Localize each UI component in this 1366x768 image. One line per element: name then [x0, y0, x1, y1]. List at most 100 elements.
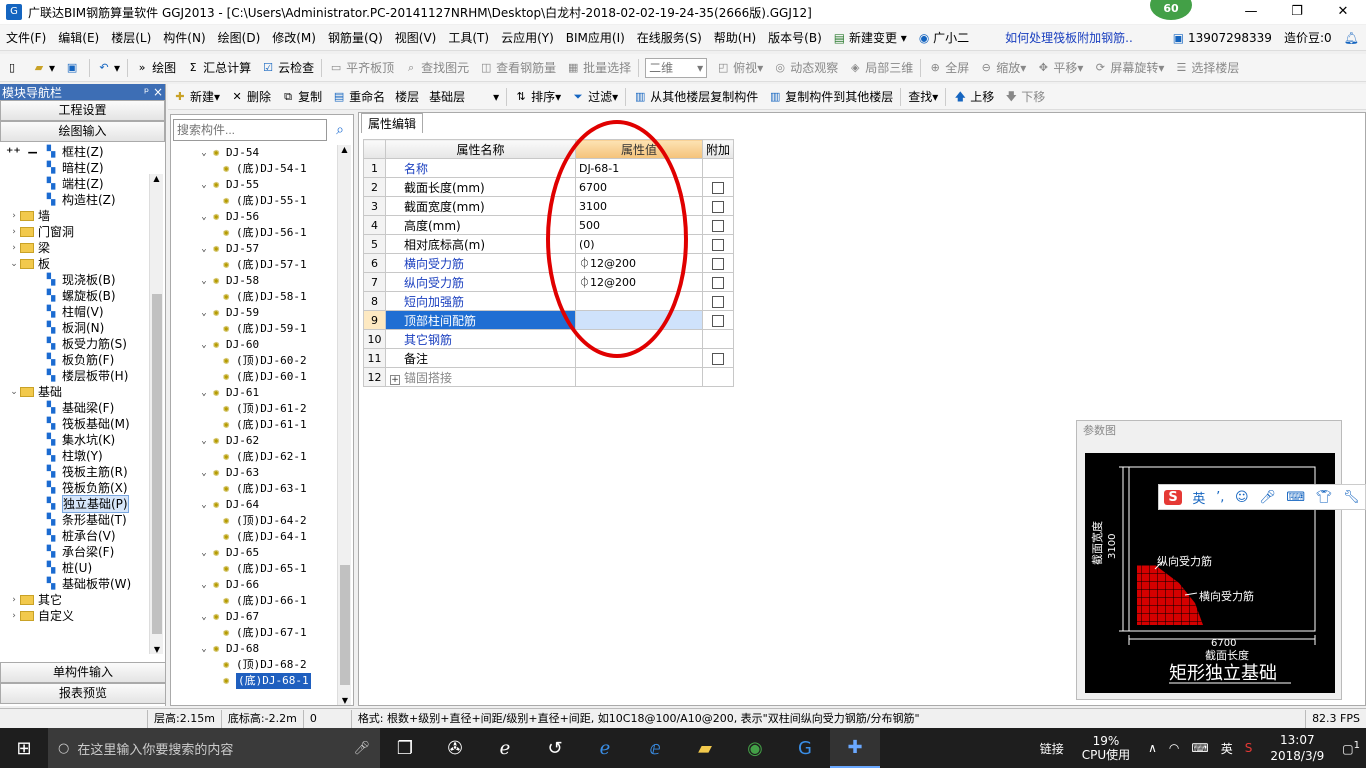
nav-tree-item[interactable]: ▚ 现浇板(B) — [0, 272, 166, 288]
component-search-input[interactable] — [173, 119, 327, 141]
pin-close-icon[interactable]: ᵖ × — [144, 85, 163, 99]
chevron-down-icon[interactable]: ⌄ — [8, 256, 20, 272]
nav-tree-item[interactable]: ▚ 基础梁(F) — [0, 400, 166, 416]
nav-tree-item[interactable]: ⌄ 板 — [0, 256, 166, 272]
nav-tree-item[interactable]: ▚ 框柱(Z) — [0, 144, 166, 160]
add-checkbox[interactable] — [712, 314, 724, 327]
swirl-app-icon[interactable]: ↺ — [530, 728, 580, 768]
tray-link[interactable]: 链接 — [1034, 740, 1070, 757]
chevron-down-icon[interactable]: ⌄ — [199, 177, 209, 193]
add-checkbox[interactable] — [712, 295, 724, 308]
chevron-down-icon[interactable]: ⌄ — [199, 145, 209, 161]
component-tree-item[interactable]: ✺ (底)DJ-67-1 — [171, 625, 337, 641]
open-file-button[interactable]: ▰ ▾ — [27, 61, 60, 75]
full-screen-button[interactable]: ⊕ 全屏 — [923, 59, 974, 76]
chevron-down-icon[interactable]: ⌄ — [199, 465, 209, 481]
rename-button[interactable]: ▤ 重命名 — [327, 88, 390, 105]
property-row[interactable]: 1 名称 DJ-68-1 — [363, 158, 735, 178]
dynamic-view-button[interactable]: ◎ 动态观察 — [768, 59, 843, 76]
add-checkbox[interactable] — [712, 181, 724, 194]
minimize-button[interactable]: — — [1228, 0, 1274, 24]
component-tree-item[interactable]: ✺ (底)DJ-68-1 — [171, 673, 337, 689]
copy-from-floor-button[interactable]: ▥ 从其他楼层复制构件 — [628, 88, 763, 105]
menu-component[interactable]: 构件(N) — [157, 29, 211, 46]
component-tree-item[interactable]: ⌄ ✺ DJ-66 — [171, 577, 337, 593]
keyboard-icon[interactable]: ⌨ — [1286, 490, 1305, 505]
chevron-right-icon[interactable]: › — [8, 224, 20, 240]
move-up-button[interactable]: 🡅 上移 — [948, 88, 999, 105]
component-tree-item[interactable]: ✺ (底)DJ-62-1 — [171, 449, 337, 465]
component-tree-item[interactable]: ⌄ ✺ DJ-59 — [171, 305, 337, 321]
taskbar-search-box[interactable]: ○ 在这里输入你要搜索的内容 🎤︎ — [48, 728, 380, 768]
chevron-down-icon[interactable]: ⌄ — [199, 609, 209, 625]
component-tree-item[interactable]: ⌄ ✺ DJ-61 — [171, 385, 337, 401]
menu-view[interactable]: 视图(V) — [389, 29, 443, 46]
component-tree-item[interactable]: ⌄ ✺ DJ-65 — [171, 545, 337, 561]
nav-tree-item[interactable]: ▚ 柱帽(V) — [0, 304, 166, 320]
flat-top-button[interactable]: ▭ 平齐板顶 — [324, 59, 399, 76]
notification-icon[interactable]: ▢1 — [1336, 740, 1366, 756]
chevron-down-icon[interactable]: ⌄ — [199, 209, 209, 225]
menu-draw[interactable]: 绘图(D) — [212, 29, 267, 46]
keyboard-icon[interactable]: ⌨ — [1185, 741, 1214, 755]
select-floor-button[interactable]: ☰ 选择楼层 — [1169, 59, 1244, 76]
chevron-down-icon[interactable]: ⌄ — [8, 384, 20, 400]
view-steel-button[interactable]: ◫ 查看钢筋量 — [474, 59, 561, 76]
pan-button[interactable]: ✥ 平移 ▾ — [1031, 59, 1088, 76]
menu-online[interactable]: 在线服务(S) — [631, 29, 708, 46]
cpu-usage[interactable]: 19% CPU使用 — [1070, 734, 1142, 762]
score-badge[interactable]: 60 — [1150, 0, 1192, 20]
component-tree-item[interactable]: ✺ (顶)DJ-60-2 — [171, 353, 337, 369]
component-tree-item[interactable]: ✺ (底)DJ-58-1 — [171, 289, 337, 305]
task-view-icon[interactable]: ❐ — [380, 728, 430, 768]
component-tree-item[interactable]: ⌄ ✺ DJ-60 — [171, 337, 337, 353]
add-checkbox[interactable] — [712, 238, 724, 251]
filter-button[interactable]: ⏷ 过滤 ▾ — [566, 88, 623, 105]
component-tree-item[interactable]: ⌄ ✺ DJ-67 — [171, 609, 337, 625]
menu-cloud[interactable]: 云应用(Y) — [495, 29, 560, 46]
property-row[interactable]: 9 顶部柱间配筋 — [363, 310, 735, 330]
nav-tree-item[interactable]: ▚ 构造柱(Z) — [0, 192, 166, 208]
chevron-down-icon[interactable]: ⌄ — [199, 337, 209, 353]
component-tree-item[interactable]: ✺ (底)DJ-61-1 — [171, 417, 337, 433]
copy-button[interactable]: ⧉ 复制 — [276, 88, 327, 105]
property-value-cell[interactable] — [575, 367, 703, 387]
find-element-button[interactable]: ⌕ 查找图元 — [399, 59, 474, 76]
component-tree-item[interactable]: ⌄ ✺ DJ-54 — [171, 145, 337, 161]
sort-button[interactable]: ⇅ 排序 ▾ — [509, 88, 566, 105]
component-tree-item[interactable]: ✺ (顶)DJ-61-2 — [171, 401, 337, 417]
tray-lang[interactable]: 英 — [1215, 740, 1239, 757]
chevron-down-icon[interactable]: ⌄ — [199, 305, 209, 321]
mic-icon[interactable]: 🎤︎ — [1259, 490, 1276, 505]
component-tree-item[interactable]: ✺ (底)DJ-59-1 — [171, 321, 337, 337]
menu-tools[interactable]: 工具(T) — [442, 29, 495, 46]
expand-plus-icon[interactable]: + — [390, 374, 400, 385]
top-view-button[interactable]: ◰ 俯视 ▾ — [711, 59, 768, 76]
chevron-down-icon[interactable]: ⌄ — [199, 433, 209, 449]
zoom-button[interactable]: ⊖ 缩放 ▾ — [974, 59, 1031, 76]
maximize-button[interactable]: ❐ — [1274, 0, 1320, 24]
fan-app-icon[interactable]: ✇ — [430, 728, 480, 768]
nav-tree-item[interactable]: ▚ 柱墩(Y) — [0, 448, 166, 464]
draw-button[interactable]: » 绘图 — [130, 59, 181, 76]
nav-tree-item[interactable]: ⌄ 基础 — [0, 384, 166, 400]
find-button[interactable]: 查找 ▾ — [903, 88, 943, 105]
component-tree-item[interactable]: ⌄ ✺ DJ-68 — [171, 641, 337, 657]
nav-tree-item[interactable]: › 墙 — [0, 208, 166, 224]
nav-tree-item[interactable]: ▚ 独立基础(P) — [0, 495, 166, 513]
nav-tree-item[interactable]: › 梁 — [0, 240, 166, 256]
green-app-icon[interactable]: ◉ — [730, 728, 780, 768]
cloud-check-button[interactable]: ☑ 云检查 — [256, 59, 319, 76]
undo-button[interactable]: ↶ ▾ — [92, 61, 125, 75]
rotate-button[interactable]: ⟳ 屏幕旋转 ▾ — [1088, 59, 1169, 76]
menu-file[interactable]: 文件(F) — [0, 29, 52, 46]
local-3d-button[interactable]: ◈ 局部三维 — [843, 59, 918, 76]
clock[interactable]: 13:07 2018/3/9 — [1258, 732, 1336, 764]
edge-blue-icon[interactable]: ℯ — [580, 728, 630, 768]
component-tree-item[interactable]: ✺ (底)DJ-55-1 — [171, 193, 337, 209]
nav-tree-item[interactable]: ▚ 集水坑(K) — [0, 432, 166, 448]
copy-to-floor-button[interactable]: ▥ 复制构件到其他楼层 — [763, 88, 898, 105]
nav-tree-item[interactable]: ▚ 端柱(Z) — [0, 176, 166, 192]
single-input-button[interactable]: 单构件输入 — [0, 662, 166, 683]
tray-chevron-up-icon[interactable]: ∧ — [1142, 741, 1163, 755]
